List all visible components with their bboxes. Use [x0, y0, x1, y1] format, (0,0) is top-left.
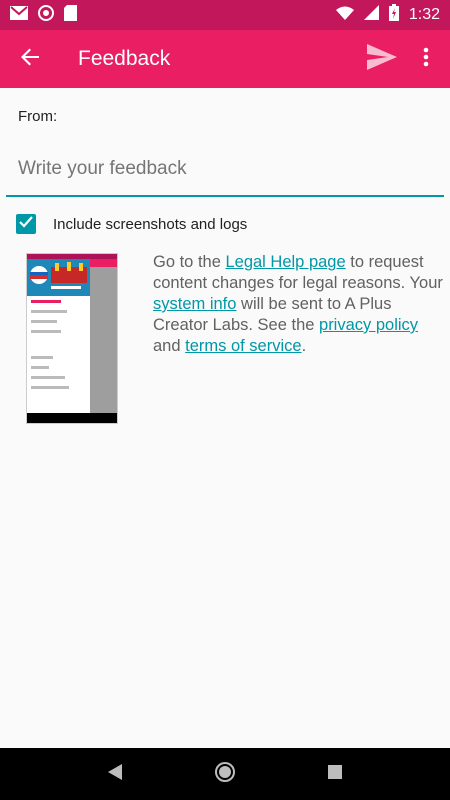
- app-bar: Feedback: [0, 30, 450, 88]
- legal-text-5: .: [301, 337, 307, 355]
- include-screenshots-label[interactable]: Include screenshots and logs: [53, 216, 247, 233]
- wifi-icon: [335, 6, 354, 25]
- more-options-button[interactable]: [408, 30, 444, 88]
- thumb-drawer-header: [27, 259, 90, 296]
- back-button[interactable]: [0, 30, 60, 88]
- thumb-row: [31, 310, 67, 313]
- system-nav-bar: [0, 748, 450, 800]
- include-screenshots-checkbox[interactable]: [16, 214, 36, 234]
- send-icon: [367, 43, 397, 75]
- gmail-icon: [10, 5, 28, 25]
- privacy-policy-link[interactable]: privacy policy: [319, 316, 418, 334]
- signal-icon: [363, 5, 379, 25]
- feedback-form: From: Include screenshots and logs: [0, 88, 450, 748]
- more-vert-icon: [423, 47, 429, 72]
- send-button[interactable]: [356, 30, 408, 88]
- thumb-nav-bar: [27, 413, 117, 423]
- back-arrow-icon: [21, 48, 39, 71]
- terms-of-service-link[interactable]: terms of service: [185, 337, 301, 355]
- input-underline: [6, 195, 444, 197]
- check-icon: [19, 215, 33, 233]
- clock: 1:32: [408, 6, 440, 23]
- legal-help-link[interactable]: Legal Help page: [225, 253, 345, 271]
- app-icon: [38, 4, 54, 26]
- sd-card-icon: [64, 4, 77, 26]
- legal-notice: Go to the Legal Help page to request con…: [153, 252, 443, 357]
- square-recents-icon: [328, 764, 342, 784]
- thumb-row: [31, 320, 57, 323]
- feedback-input[interactable]: [18, 158, 444, 180]
- thumb-row: [31, 376, 65, 379]
- battery-charging-icon: [388, 4, 399, 26]
- nav-back-button[interactable]: [95, 754, 135, 794]
- legal-text-4: and: [153, 337, 186, 355]
- page-title: Feedback: [78, 47, 171, 70]
- thumb-row: [31, 386, 69, 389]
- system-info-link[interactable]: system info: [153, 295, 236, 313]
- circle-home-icon: [214, 761, 236, 788]
- legal-text-1: Go to the: [153, 253, 226, 271]
- triangle-back-icon: [108, 763, 122, 785]
- status-bar: 1:32: [0, 0, 450, 30]
- nav-recents-button[interactable]: [315, 754, 355, 794]
- screenshot-thumbnail[interactable]: [26, 253, 118, 424]
- nav-home-button[interactable]: [205, 754, 245, 794]
- thumb-row: [31, 366, 49, 369]
- thumb-drawer: [27, 259, 90, 415]
- thumb-row: [31, 300, 61, 303]
- from-label: From:: [18, 108, 58, 125]
- thumb-row: [31, 330, 61, 333]
- thumb-row: [31, 356, 53, 359]
